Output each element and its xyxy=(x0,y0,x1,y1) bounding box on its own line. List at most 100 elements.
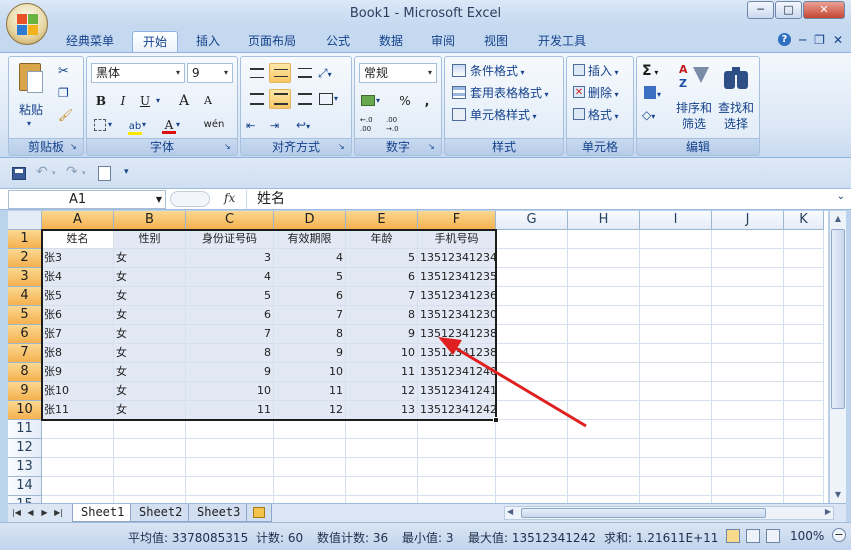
formula-input[interactable]: 姓名 xyxy=(246,190,826,209)
cell-a6[interactable]: 张7 xyxy=(42,325,114,344)
cell-c15[interactable] xyxy=(186,496,274,503)
cell-a9[interactable]: 张10 xyxy=(42,382,114,401)
cell-g8[interactable] xyxy=(496,363,568,382)
cell-k9[interactable] xyxy=(784,382,824,401)
cell-c11[interactable] xyxy=(186,420,274,439)
cell-g5[interactable] xyxy=(496,306,568,325)
cell-a14[interactable] xyxy=(42,477,114,496)
cell-g7[interactable] xyxy=(496,344,568,363)
tab-home[interactable]: 开始 xyxy=(132,31,179,52)
fill-handle[interactable] xyxy=(493,417,499,423)
underline-button[interactable]: U xyxy=(135,91,155,111)
fill-button[interactable]: ▾ xyxy=(641,83,671,103)
cell-c14[interactable] xyxy=(186,477,274,496)
cell-j9[interactable] xyxy=(712,382,784,401)
font-color-button[interactable]: A ▾ xyxy=(161,115,191,135)
cell-h1[interactable] xyxy=(568,230,640,249)
tab-formulas[interactable]: 公式 xyxy=(316,31,360,52)
cell-b1[interactable]: 性别 xyxy=(114,230,186,249)
align-right-button[interactable] xyxy=(293,89,315,109)
orientation-button[interactable]: ⤢▾ xyxy=(317,63,347,83)
cell-c9[interactable]: 10 xyxy=(186,382,274,401)
next-sheet-icon[interactable]: ▶ xyxy=(38,506,51,520)
cell-k5[interactable] xyxy=(784,306,824,325)
cell-i7[interactable] xyxy=(640,344,712,363)
column-header-c[interactable]: C xyxy=(186,211,274,230)
increase-indent-button[interactable]: ⇥ xyxy=(269,115,291,135)
row-header-8[interactable]: 8 xyxy=(8,363,42,382)
row-header-14[interactable]: 14 xyxy=(8,477,42,496)
cell-f5[interactable]: 13512341230 xyxy=(418,306,496,325)
wrap-text-button[interactable]: ↩▾ xyxy=(295,115,325,135)
undo-icon[interactable]: ↶ xyxy=(36,164,48,180)
column-header-f[interactable]: F xyxy=(418,211,496,230)
cell-d14[interactable] xyxy=(274,477,346,496)
sheet-tab-sheet2[interactable]: Sheet2 xyxy=(130,504,192,522)
select-all-corner[interactable] xyxy=(8,211,42,230)
cell-b5[interactable]: 女 xyxy=(114,306,186,325)
cell-j15[interactable] xyxy=(712,496,784,503)
cell-a10[interactable]: 张11 xyxy=(42,401,114,420)
cell-d4[interactable]: 6 xyxy=(274,287,346,306)
cell-a4[interactable]: 张5 xyxy=(42,287,114,306)
cell-c12[interactable] xyxy=(186,439,274,458)
horizontal-scrollbar[interactable]: ◀ ▶ xyxy=(504,506,834,520)
first-sheet-icon[interactable]: |◀ xyxy=(10,506,23,520)
cell-c13[interactable] xyxy=(186,458,274,477)
cell-i9[interactable] xyxy=(640,382,712,401)
cell-c4[interactable]: 5 xyxy=(186,287,274,306)
cell-k4[interactable] xyxy=(784,287,824,306)
cell-d7[interactable]: 9 xyxy=(274,344,346,363)
cell-b8[interactable]: 女 xyxy=(114,363,186,382)
borders-button[interactable]: ▾ xyxy=(91,115,121,135)
cell-i12[interactable] xyxy=(640,439,712,458)
cell-j6[interactable] xyxy=(712,325,784,344)
cell-f4[interactable]: 13512341236 xyxy=(418,287,496,306)
cell-d2[interactable]: 4 xyxy=(274,249,346,268)
cell-i5[interactable] xyxy=(640,306,712,325)
cell-b12[interactable] xyxy=(114,439,186,458)
cell-h10[interactable] xyxy=(568,401,640,420)
column-header-g[interactable]: G xyxy=(496,211,568,230)
comma-button[interactable]: , xyxy=(417,91,437,111)
cell-k11[interactable] xyxy=(784,420,824,439)
insert-sheet-button[interactable] xyxy=(246,504,272,522)
row-header-11[interactable]: 11 xyxy=(8,420,42,439)
tab-insert[interactable]: 插入 xyxy=(186,31,230,52)
decrease-decimal-button[interactable]: .00 →.0 xyxy=(385,115,407,135)
cell-k10[interactable] xyxy=(784,401,824,420)
cell-k14[interactable] xyxy=(784,477,824,496)
cell-e9[interactable]: 12 xyxy=(346,382,418,401)
cell-j5[interactable] xyxy=(712,306,784,325)
tab-page-layout[interactable]: 页面布局 xyxy=(238,31,306,52)
sort-filter-button[interactable]: A Z 排序和 筛选 xyxy=(673,61,715,135)
cell-a3[interactable]: 张4 xyxy=(42,268,114,287)
cell-j13[interactable] xyxy=(712,458,784,477)
cell-k1[interactable] xyxy=(784,230,824,249)
cell-i14[interactable] xyxy=(640,477,712,496)
column-header-k[interactable]: K xyxy=(784,211,824,230)
zoom-level[interactable]: 100% xyxy=(790,529,824,543)
cell-g1[interactable] xyxy=(496,230,568,249)
last-sheet-icon[interactable]: ▶| xyxy=(52,506,65,520)
cell-b10[interactable]: 女 xyxy=(114,401,186,420)
cell-i13[interactable] xyxy=(640,458,712,477)
cell-e2[interactable]: 5 xyxy=(346,249,418,268)
cell-d1[interactable]: 有效期限 xyxy=(274,230,346,249)
cell-b6[interactable]: 女 xyxy=(114,325,186,344)
cell-k6[interactable] xyxy=(784,325,824,344)
cell-e15[interactable] xyxy=(346,496,418,503)
cell-e3[interactable]: 6 xyxy=(346,268,418,287)
tab-view[interactable]: 视图 xyxy=(474,31,518,52)
scroll-left-icon[interactable]: ◀ xyxy=(507,507,513,516)
find-select-button[interactable]: 查找和 选择 xyxy=(715,61,757,135)
cell-a2[interactable]: 张3 xyxy=(42,249,114,268)
cell-i1[interactable] xyxy=(640,230,712,249)
cell-k12[interactable] xyxy=(784,439,824,458)
cell-i8[interactable] xyxy=(640,363,712,382)
cell-a12[interactable] xyxy=(42,439,114,458)
insert-cells-button[interactable]: 插入 ▾ xyxy=(570,61,632,81)
cell-h11[interactable] xyxy=(568,420,640,439)
phonetic-button[interactable]: wén xyxy=(195,115,233,135)
cell-g3[interactable] xyxy=(496,268,568,287)
